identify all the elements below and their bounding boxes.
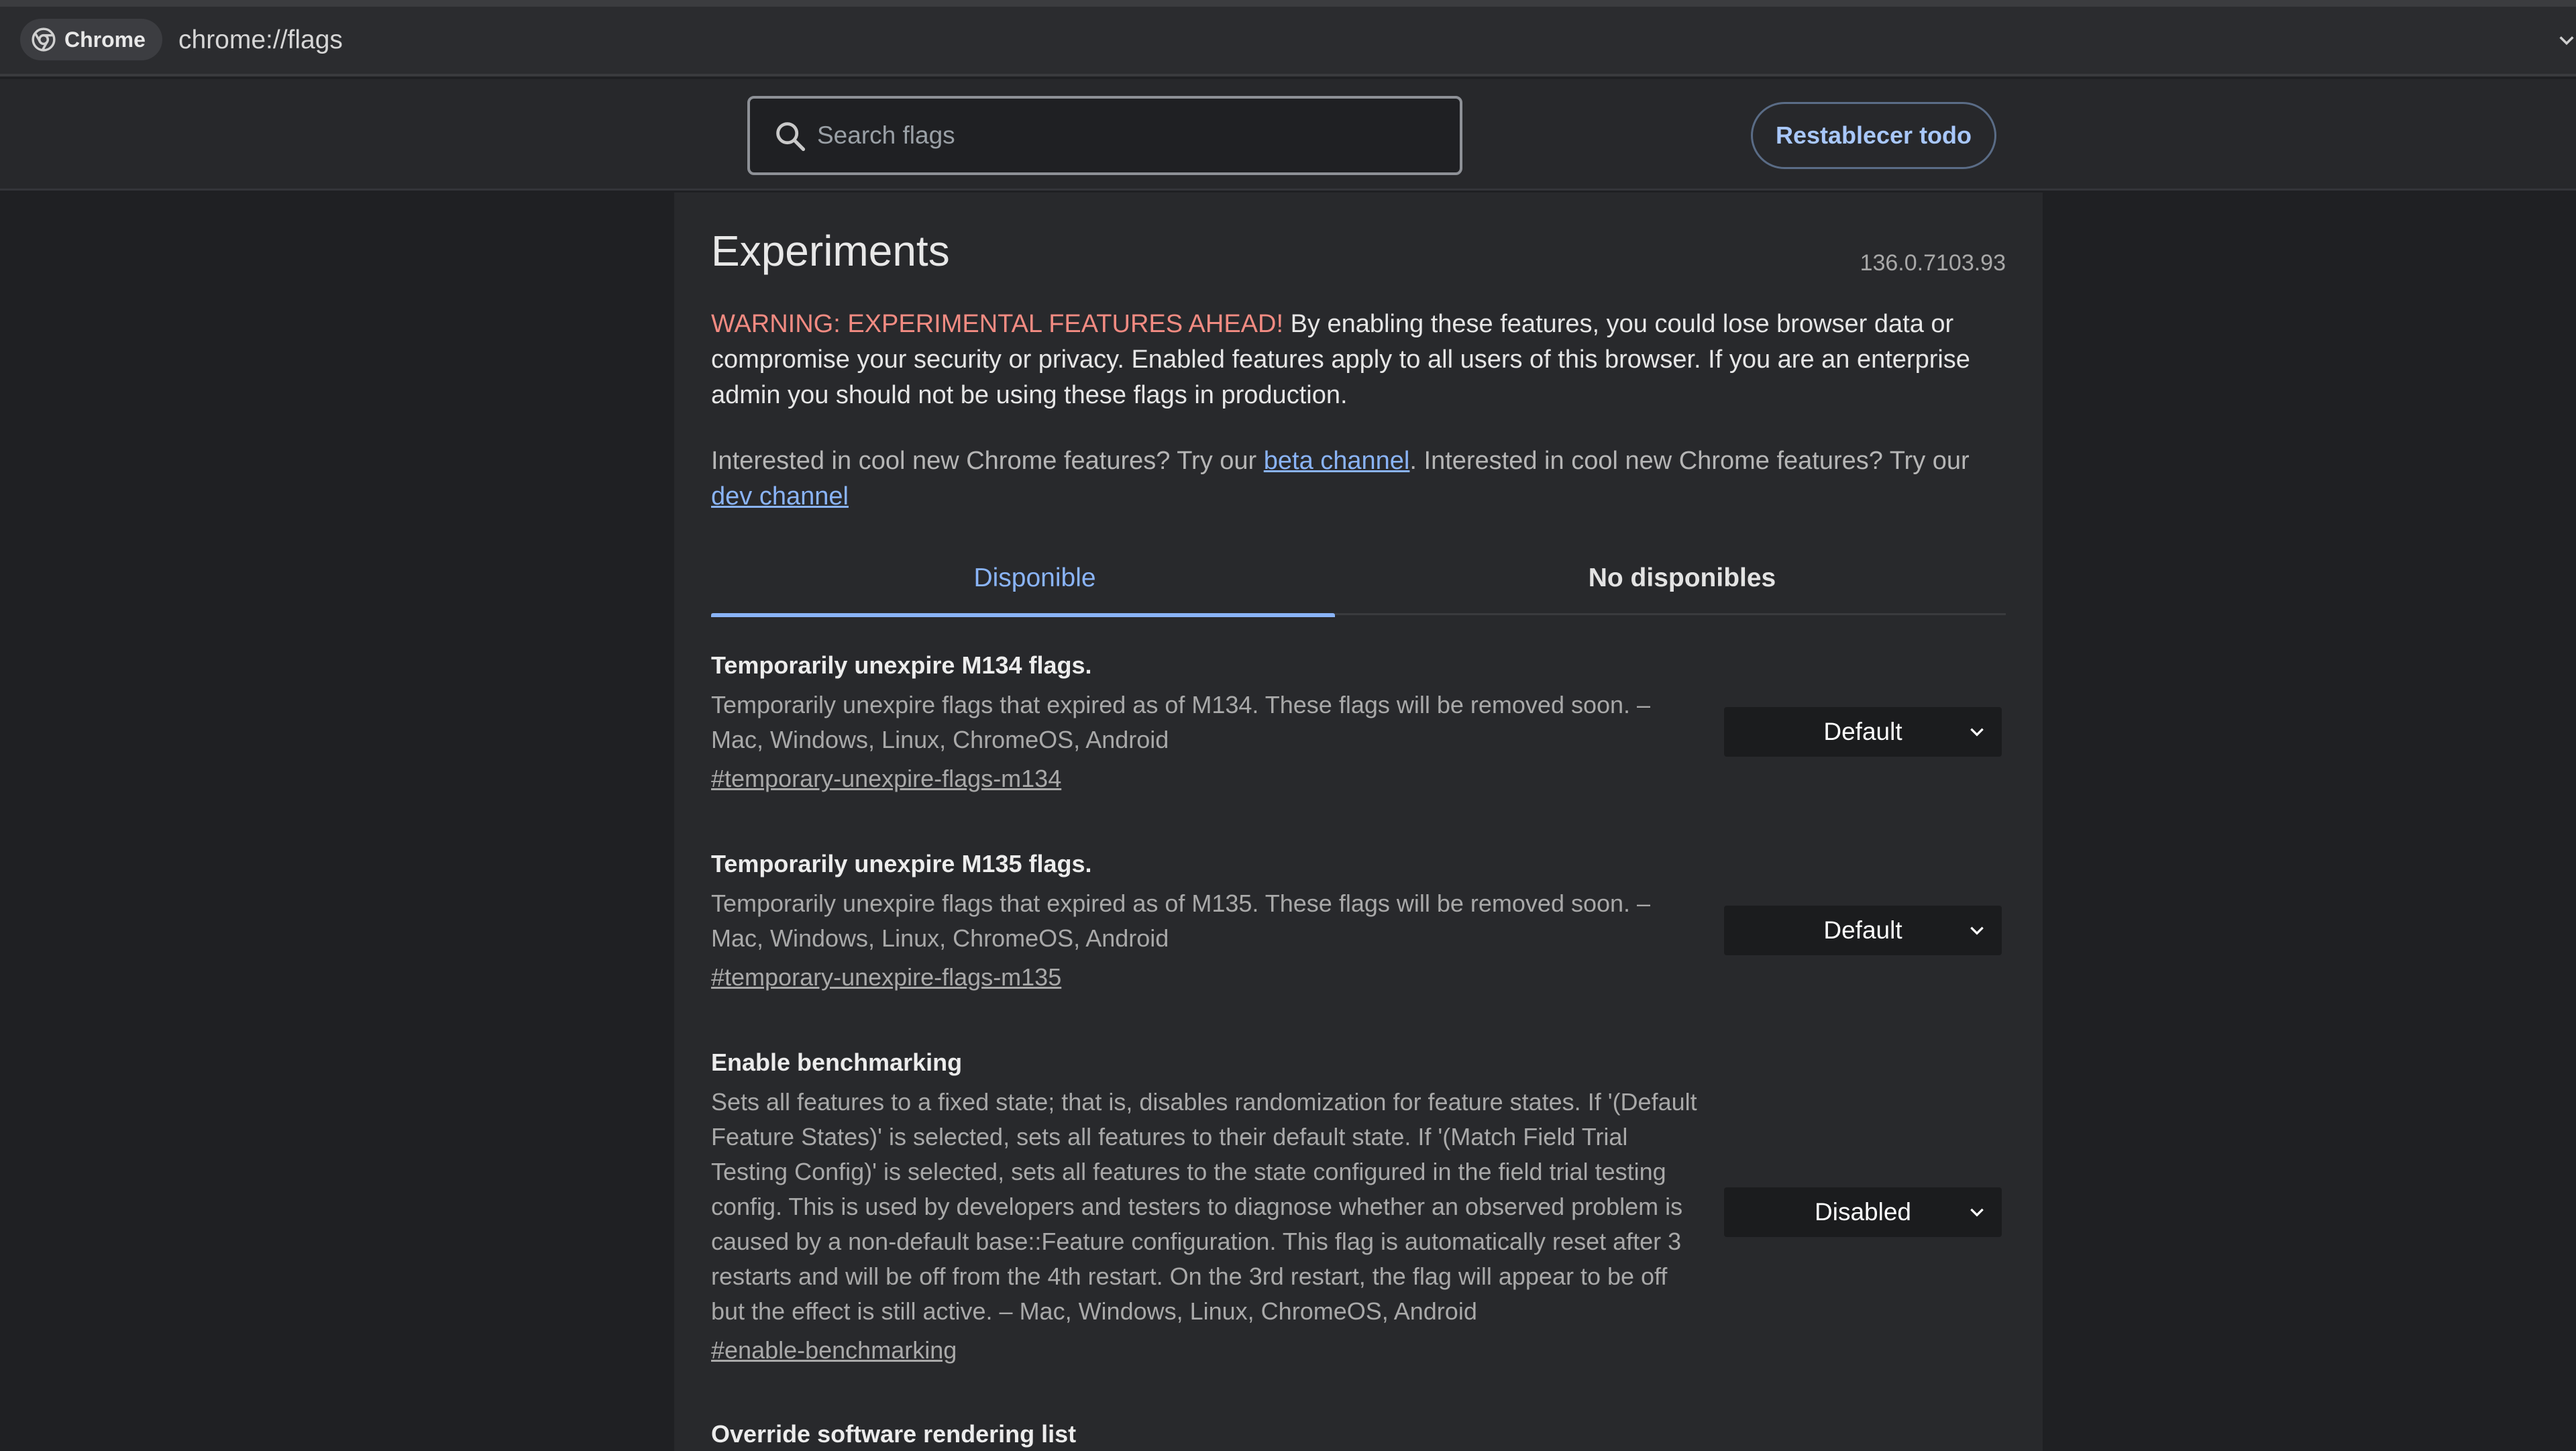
channels-text-1: Interested in cool new Chrome features? … [711, 447, 1264, 475]
omnibox-bar: Chrome chrome://flags [0, 7, 2576, 76]
flags-header: Restablecer todo [0, 79, 2576, 191]
version-label: 136.0.7103.93 [1860, 250, 2006, 276]
tab-unavailable[interactable]: No disponibles [1358, 541, 2006, 615]
chevron-down-icon [1970, 728, 1984, 737]
dev-channel-link[interactable]: dev channel [711, 482, 849, 510]
experiments-panel: Experiments 136.0.7103.93 WARNING: EXPER… [674, 193, 2043, 1451]
browser-top-strip [0, 0, 2576, 7]
tab-available[interactable]: Disponible [711, 541, 1358, 617]
flag-anchor-link[interactable]: #enable-benchmarking [711, 1333, 2006, 1368]
channels-text-2: . Interested in cool new Chrome features… [1409, 447, 1970, 475]
select-value: Default [1823, 718, 1902, 745]
select-value: Disabled [1815, 1198, 1911, 1226]
flag-item: Override software rendering list [711, 1417, 2006, 1451]
chrome-logo-icon [32, 28, 56, 52]
flag-anchor-link[interactable]: #temporary-unexpire-flags-m135 [711, 960, 2006, 995]
flag-item: Temporarily unexpire M134 flags. Tempora… [711, 649, 2006, 796]
flag-state-select[interactable]: Default [1724, 906, 2002, 955]
flag-name: Temporarily unexpire M135 flags. [711, 850, 1092, 877]
warning-prefix: WARNING: EXPERIMENTAL FEATURES AHEAD! [711, 310, 1284, 338]
flag-description: Temporarily unexpire flags that expired … [711, 691, 1651, 753]
site-info-chip[interactable]: Chrome [20, 19, 162, 60]
chevron-down-icon [1970, 926, 1984, 935]
select-value: Default [1823, 916, 1902, 944]
flag-item: Temporarily unexpire M135 flags. Tempora… [711, 847, 2006, 995]
page-title: Experiments [711, 227, 950, 275]
warning-message: WARNING: EXPERIMENTAL FEATURES AHEAD! By… [711, 307, 2006, 413]
flag-description: Sets all features to a fixed state; that… [711, 1088, 1697, 1325]
search-icon [776, 122, 806, 152]
chip-label: Chrome [64, 27, 146, 52]
flag-state-select[interactable]: Disabled [1724, 1187, 2002, 1237]
search-box[interactable] [747, 96, 1462, 175]
flag-item: Enable benchmarking Sets all features to… [711, 1046, 2006, 1368]
address-url[interactable]: chrome://flags [178, 25, 343, 55]
flag-name: Enable benchmarking [711, 1049, 963, 1076]
flag-name: Temporarily unexpire M134 flags. [711, 651, 1092, 679]
flag-state-select[interactable]: Default [1724, 707, 2002, 757]
reset-all-button[interactable]: Restablecer todo [1751, 102, 1996, 169]
flag-anchor-link[interactable]: #temporary-unexpire-flags-m134 [711, 761, 2006, 796]
chevron-down-icon [1970, 1208, 1984, 1217]
flag-name: Override software rendering list [711, 1420, 1077, 1448]
channels-message: Interested in cool new Chrome features? … [711, 443, 2006, 515]
flag-description: Temporarily unexpire flags that expired … [711, 890, 1651, 952]
beta-channel-link[interactable]: beta channel [1264, 447, 1410, 475]
flags-tabs: Disponible No disponibles [711, 541, 2006, 617]
search-input[interactable] [817, 99, 1434, 172]
chevron-down-icon[interactable] [2557, 31, 2576, 50]
